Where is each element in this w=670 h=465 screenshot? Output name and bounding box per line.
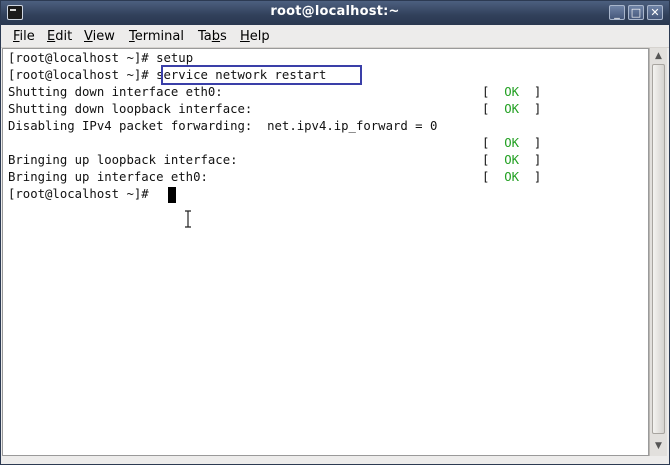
menu-help[interactable]: Help (240, 29, 270, 44)
window-title: root@localhost:~ (270, 4, 400, 19)
status-ok: [ OK ] (482, 153, 542, 167)
terminal-output[interactable]: [root@localhost ~]# setup [root@localhos… (2, 48, 649, 456)
terminal-line-ipv4-forwarding: Disabling IPv4 packet forwarding: net.ip… (8, 119, 438, 133)
text-cursor (168, 187, 176, 203)
menu-view[interactable]: View (84, 29, 115, 44)
status-ok: [ OK ] (482, 85, 542, 99)
command-highlight-box (161, 65, 362, 85)
terminal-window: root@localhost:~ _ □ ✕ File Edit View Te… (0, 0, 670, 465)
menu-tabs[interactable]: Tabs (198, 29, 227, 44)
maximize-icon[interactable]: □ (628, 5, 644, 20)
close-icon[interactable]: ✕ (647, 5, 663, 20)
status-ok: [ OK ] (482, 102, 542, 116)
menu-terminal[interactable]: Terminal (129, 29, 184, 44)
status-ok: [ OK ] (482, 170, 542, 184)
menu-bar: File Edit View Terminal Tabs Help (1, 25, 669, 48)
scrollbar-thumb[interactable] (652, 64, 665, 434)
terminal-line-loopback-up: Bringing up loopback interface: (8, 153, 238, 167)
vertical-scrollbar[interactable]: ▲ ▼ (649, 48, 667, 456)
minimize-icon[interactable]: _ (609, 5, 625, 20)
terminal-line-eth0-down: Shutting down interface eth0: (8, 85, 223, 99)
menu-edit[interactable]: Edit (47, 29, 72, 44)
menu-file[interactable]: File (13, 29, 35, 44)
ibeam-cursor-icon (185, 210, 191, 228)
scroll-down-icon[interactable]: ▼ (652, 440, 665, 452)
terminal-line-eth0-up: Bringing up interface eth0: (8, 170, 208, 184)
status-ok: [ OK ] (482, 136, 542, 150)
terminal-line-loopback-down: Shutting down loopback interface: (8, 102, 253, 116)
title-bar[interactable]: root@localhost:~ _ □ ✕ (1, 1, 669, 25)
scroll-up-icon[interactable]: ▲ (652, 50, 665, 62)
terminal-line-prompt: [root@localhost ~]# (8, 187, 157, 201)
